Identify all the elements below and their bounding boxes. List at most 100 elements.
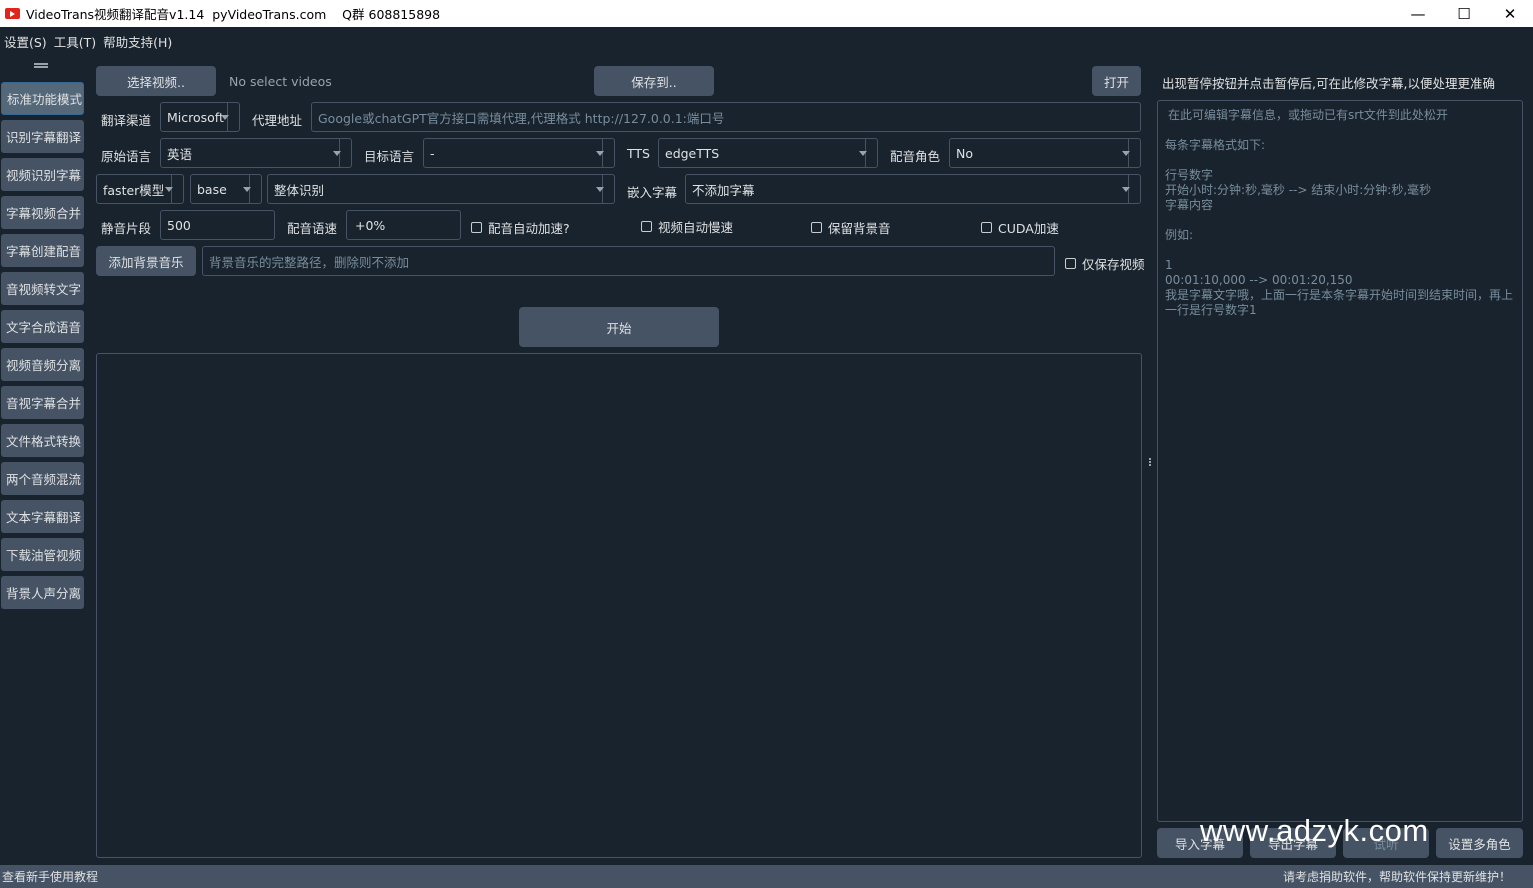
recognition-mode-select[interactable]: 整体识别 [267,174,615,204]
subtitle-placeholder-line: 我是字幕文字哦，上面一行是本条字幕开始时间到结束时间，再上一行是行号数字1 [1165,288,1514,317]
voice-role-label: 配音角色 [890,149,941,164]
target-language-select[interactable]: - [423,138,615,168]
sidebar-item-label: 背景人声分离 [6,586,82,601]
keep-bgm-checkbox[interactable]: 保留背景音 [811,218,891,237]
sidebar-item-label: 下载油管视频 [6,548,82,563]
checkbox-icon [1065,258,1076,269]
translate-channel-label: 翻译渠道 [101,113,152,128]
tts-select[interactable]: edgeTTS [658,138,878,168]
close-icon: ✕ [1503,4,1517,23]
menu-settings[interactable]: 设置(S) [4,32,47,51]
voice-rate-input[interactable]: +0% [346,210,461,240]
sidebar-item-label: 音视频转文字 [6,282,82,297]
auto-speedup-checkbox[interactable]: 配音自动加速? [471,218,570,237]
source-language-select[interactable]: 英语 [160,138,352,168]
sidebar-item-text-to-speech[interactable]: 文字合成语音 [1,310,84,343]
select-video-button[interactable]: 选择视频.. [96,66,216,96]
subtitle-placeholder-line [1165,153,1515,168]
keep-bgm-label: 保留背景音 [828,221,891,236]
proxy-label: 代理地址 [252,113,303,128]
menu-tools[interactable]: 工具(T) [54,32,96,51]
sidebar-item-label: 字幕视频合并 [6,206,82,221]
app-logo-icon [5,8,20,19]
translate-channel-value: Microsoft [167,109,224,125]
menu-bar: 设置(S) 工具(T) 帮助支持(H) [0,27,1533,55]
sidebar-item-youtube-download[interactable]: 下载油管视频 [1,538,84,571]
auto-slowdown-label: 视频自动慢速 [658,220,734,235]
sidebar-item-recognize-translate[interactable]: 识别字幕翻译 [1,120,84,153]
sidebar-item-label: 文字合成语音 [6,320,82,335]
sidebar-item-label: 音视字幕合并 [6,396,82,411]
log-output-area[interactable] [96,353,1142,858]
menu-help[interactable]: 帮助支持(H) [103,32,172,51]
sidebar-item-audio-mix[interactable]: 两个音频混流 [1,462,84,495]
multi-role-button[interactable]: 设置多角色 [1436,828,1523,858]
source-language-label: 原始语言 [101,149,152,164]
only-video-checkbox[interactable]: 仅保存视频 [1065,254,1145,273]
auto-slowdown-checkbox[interactable]: 视频自动慢速 [641,217,733,236]
sidebar-item-label: 识别字幕翻译 [6,130,82,145]
toolbar-handle-icon[interactable] [34,63,48,68]
subtitle-placeholder-line: 1 [1165,258,1173,272]
subtitle-placeholder-line: 例如: [1165,228,1194,242]
target-language-label: 目标语言 [364,149,415,164]
minimize-button[interactable]: — [1395,0,1441,27]
sidebar-item-label: 两个音频混流 [6,472,82,487]
sidebar-item-subtitle-video-merge[interactable]: 字幕视频合并 [1,196,84,229]
sidebar-item-subtitle-dubbing[interactable]: 字幕创建配音 [1,234,84,267]
checkbox-icon [981,222,992,233]
sidebar-item-label: 标准功能模式 [7,92,83,107]
sidebar-item-video-audio-split[interactable]: 视频音频分离 [1,348,84,381]
bgm-path-input[interactable]: 背景音乐的完整路径，删除则不添加 [202,246,1055,276]
model-type-select[interactable]: faster模型 [96,174,184,204]
open-folder-button[interactable]: 打开 [1092,66,1141,96]
embed-subtitle-select[interactable]: 不添加字幕 [685,174,1141,204]
tutorial-link[interactable]: 查看新手使用教程 [2,868,98,885]
minimize-icon: — [1410,4,1426,23]
silence-input[interactable]: 500 [160,210,275,240]
sidebar-item-av-subtitle-merge[interactable]: 音视字幕合并 [1,386,84,419]
sidebar-item-label: 文件格式转换 [6,434,82,449]
model-type-value: faster模型 [103,182,165,198]
donate-link[interactable]: 请考虑捐助软件，帮助软件保持更新维护！ [1283,868,1511,885]
sidebar-item-label: 文本字幕翻译 [6,510,82,525]
checkbox-icon [641,221,652,232]
start-button[interactable]: 开始 [519,307,719,347]
panel-splitter[interactable] [1147,60,1153,865]
close-button[interactable]: ✕ [1487,0,1533,27]
splitter-handle-icon [1149,458,1151,466]
subtitle-placeholder-line: 行号数字 [1165,168,1214,182]
only-video-label: 仅保存视频 [1082,257,1145,272]
translate-channel-select[interactable]: Microsoft [160,102,240,132]
tts-label: TTS [627,146,650,161]
sidebar-item-vocal-separation[interactable]: 背景人声分离 [1,576,84,609]
checkbox-icon [471,222,482,233]
voice-rate-label: 配音语速 [287,221,338,236]
sidebar-item-text-subtitle-translate[interactable]: 文本字幕翻译 [1,500,84,533]
window-titlebar: VideoTrans视频翻译配音v1.14 pyVideoTrans.com Q… [0,0,1533,27]
subtitle-panel-title: 出现暂停按钮并点击暂停后,可在此修改字幕,以便处理更准确 [1162,76,1495,91]
subtitle-editor[interactable]: 在此可编辑字幕信息，或拖动已有srt文件到此处松开 每条字幕格式如下: 行号数字… [1157,100,1523,822]
embed-subtitle-value: 不添加字幕 [692,182,755,198]
subtitle-placeholder-line [1165,213,1515,228]
model-size-select[interactable]: base [190,174,262,204]
subtitle-placeholder-line [1165,243,1515,258]
subtitle-placeholder-line: 开始小时:分钟:秒,毫秒 --> 结束小时:分钟:秒,毫秒 [1165,183,1432,197]
subtitle-placeholder-line: 字幕内容 [1165,198,1214,212]
maximize-button[interactable]: ☐ [1441,0,1487,27]
tts-value: edgeTTS [665,145,720,161]
voice-role-select[interactable]: No [949,138,1141,168]
cuda-checkbox[interactable]: CUDA加速 [981,218,1059,237]
sidebar-item-label: 字幕创建配音 [6,244,82,259]
sidebar-item-standard-mode[interactable]: 标准功能模式 [1,82,84,115]
sidebar-item-av-to-text[interactable]: 音视频转文字 [1,272,84,305]
sidebar-item-format-convert[interactable]: 文件格式转换 [1,424,84,457]
subtitle-placeholder-line: 在此可编辑字幕信息，或拖动已有srt文件到此处松开 [1168,108,1448,122]
save-to-button[interactable]: 保存到.. [594,66,714,96]
status-bar: 查看新手使用教程 请考虑捐助软件，帮助软件保持更新维护！ [0,865,1533,888]
voice-role-value: No [956,145,973,161]
sidebar-item-video-recognize[interactable]: 视频识别字幕 [1,158,84,191]
add-bgm-button[interactable]: 添加背景音乐 [96,246,196,276]
target-language-value: - [430,145,435,161]
proxy-input[interactable]: Google或chatGPT官方接口需填代理,代理格式 http://127.0… [311,102,1141,132]
